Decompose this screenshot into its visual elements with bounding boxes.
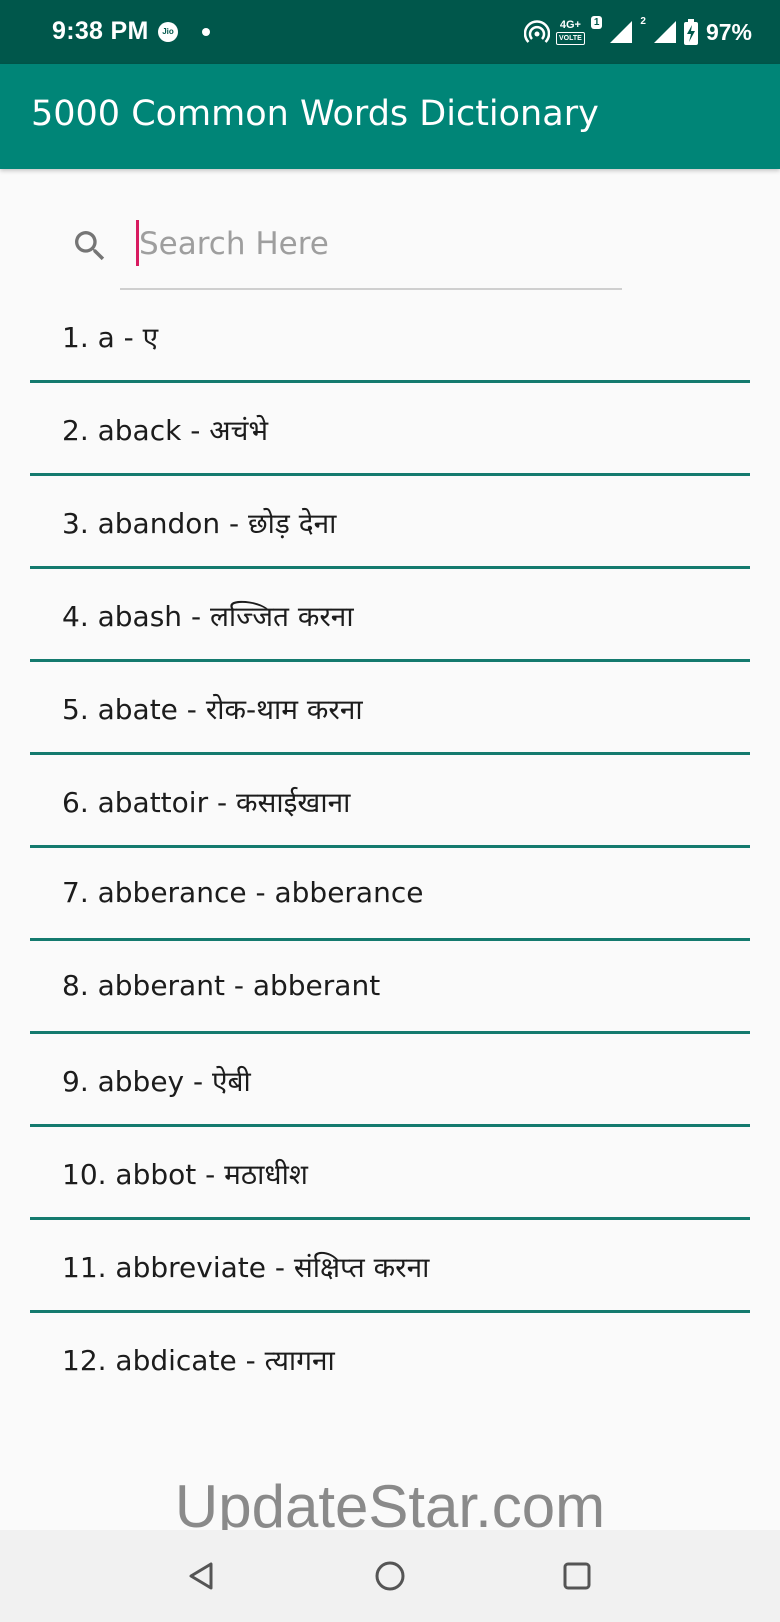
word-label: 7. abberance - abberance	[62, 876, 424, 909]
notification-dot-icon	[202, 28, 210, 36]
word-label: 6. abattoir - कसाईखाना	[62, 786, 351, 819]
recents-icon[interactable]	[557, 1556, 597, 1596]
word-label: 1. a - ए	[62, 321, 159, 354]
word-label: 5. abate - रोक-थाम करना	[62, 693, 363, 726]
word-list-item[interactable]: 5. abate - रोक-थाम करना	[30, 662, 750, 755]
signal-sim2-icon	[653, 21, 676, 43]
word-list-item[interactable]: 6. abattoir - कसाईखाना	[30, 755, 750, 848]
word-label: 4. abash - लज्जित करना	[62, 600, 354, 633]
status-time: 9:38 PM	[52, 17, 149, 45]
word-list-item[interactable]: 2. aback - अचंभे	[30, 383, 750, 476]
word-label: 2. aback - अचंभे	[62, 414, 269, 447]
app-bar: 5000 Common Words Dictionary	[0, 64, 780, 169]
app-title: 5000 Common Words Dictionary	[31, 94, 599, 134]
word-label: 12. abdicate - त्यागना	[62, 1344, 335, 1377]
search-input[interactable]	[137, 218, 609, 270]
word-label: 11. abbreviate - संक्षिप्त करना	[62, 1251, 430, 1284]
battery-level: 97%	[705, 18, 752, 45]
search-icon	[75, 231, 105, 261]
jio-icon: Jio	[158, 22, 178, 42]
word-list-item[interactable]: 7. abberance - abberance	[30, 848, 750, 941]
word-list-item[interactable]: 3. abandon - छोड़ देना	[30, 476, 750, 569]
word-label: 3. abandon - छोड़ देना	[62, 507, 337, 540]
word-list-item[interactable]: 4. abash - लज्जित करना	[30, 569, 750, 662]
word-label: 8. abberant - abberant	[62, 969, 381, 1002]
word-list-item[interactable]: 12. abdicate - त्यागना	[30, 1313, 750, 1406]
home-icon[interactable]	[370, 1556, 410, 1596]
word-list-item[interactable]: 1. a - ए	[30, 290, 750, 383]
text-caret	[136, 220, 139, 266]
word-list-item[interactable]: 11. abbreviate - संक्षिप्त करना	[30, 1220, 750, 1313]
word-label: 10. abbot - मठाधीश	[62, 1158, 308, 1191]
sim2-indicator: 2	[640, 16, 646, 27]
word-list: 1. a - ए 2. aback - अचंभे 3. abandon - छोड…	[30, 290, 750, 1406]
word-list-item[interactable]: 9. abbey - ऐबी	[30, 1034, 750, 1127]
navigation-bar	[0, 1530, 780, 1622]
volte-badge: VOLTE	[556, 31, 585, 45]
sim1-indicator: 1	[590, 16, 603, 29]
word-label: 9. abbey - ऐबी	[62, 1065, 251, 1098]
network-type: 4G+	[559, 18, 581, 31]
status-icons: 4G+ VOLTE 1 2 97%	[524, 14, 752, 50]
battery-charging-icon	[683, 19, 698, 45]
signal-sim1-icon	[610, 21, 633, 43]
word-list-item[interactable]: 8. abberant - abberant	[30, 941, 750, 1034]
network-badge: 4G+ VOLTE	[556, 18, 585, 45]
hotspot-icon	[524, 20, 550, 43]
word-list-item[interactable]: 10. abbot - मठाधीश	[30, 1127, 750, 1220]
back-icon[interactable]	[183, 1556, 223, 1596]
status-bar: 9:38 PM Jio 4G+ VOLTE 1 2 97%	[0, 0, 780, 64]
